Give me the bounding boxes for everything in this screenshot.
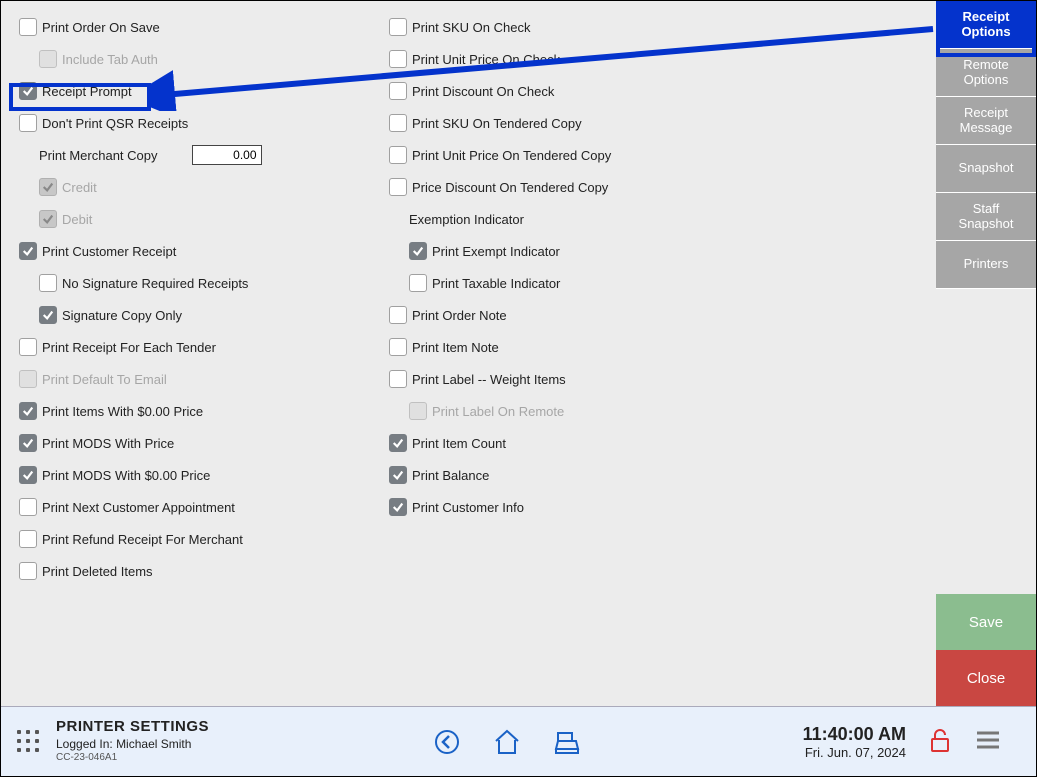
print-refund-receipt-for-merchant-checkbox[interactable] (19, 530, 37, 548)
print-items-with-0-price-checkbox[interactable] (19, 402, 37, 420)
print-item-count-checkbox[interactable] (389, 434, 407, 452)
print-merchant-copy-label: Print Merchant Copy (39, 148, 158, 163)
debit-checkbox (39, 210, 57, 228)
print-refund-receipt-for-merchant-label: Print Refund Receipt For Merchant (42, 532, 243, 547)
dont-print-qsr-receipts-label: Don't Print QSR Receipts (42, 116, 188, 131)
credit-checkbox (39, 178, 57, 196)
tab-receipt-options[interactable]: ReceiptOptions (936, 1, 1036, 49)
price-discount-on-tendered-copy-label: Price Discount On Tendered Copy (412, 180, 608, 195)
home-icon[interactable] (491, 726, 523, 758)
print-taxable-indicator-label: Print Taxable Indicator (432, 276, 560, 291)
print-unit-price-on-check-label: Print Unit Price On Check (412, 52, 560, 67)
print-discount-on-check-checkbox[interactable] (389, 82, 407, 100)
include-tab-auth-checkbox (39, 50, 57, 68)
app-root: Print Order On Save Include Tab Auth Recei… (0, 0, 1037, 777)
print-next-customer-appointment-checkbox[interactable] (19, 498, 37, 516)
print-default-to-email-label: Print Default To Email (42, 372, 167, 387)
print-label-on-remote-label: Print Label On Remote (432, 404, 564, 419)
print-order-on-save-checkbox[interactable] (19, 18, 37, 36)
tab-remote-options[interactable]: RemoteOptions (936, 49, 1036, 97)
include-tab-auth-label: Include Tab Auth (62, 52, 158, 67)
print-order-on-save-label: Print Order On Save (42, 20, 160, 35)
print-sku-on-check-checkbox[interactable] (389, 18, 407, 36)
clock: 11:40:00 AM Fri. Jun. 07, 2024 (803, 724, 906, 760)
close-button[interactable]: Close (936, 650, 1036, 706)
options-column-left: Print Order On Save Include Tab Auth Recei… (1, 11, 371, 706)
signature-copy-only-label: Signature Copy Only (62, 308, 182, 323)
print-customer-info-label: Print Customer Info (412, 500, 524, 515)
print-exempt-indicator-checkbox[interactable] (409, 242, 427, 260)
print-item-count-label: Print Item Count (412, 436, 506, 451)
print-item-note-checkbox[interactable] (389, 338, 407, 356)
print-balance-checkbox[interactable] (389, 466, 407, 484)
station-id: CC-23-046A1 (56, 752, 209, 765)
print-unit-price-on-tendered-copy-checkbox[interactable] (389, 146, 407, 164)
status-bar: PRINTER SETTINGS Logged In: Michael Smit… (1, 706, 1036, 776)
receipt-prompt-checkbox[interactable] (19, 82, 37, 100)
print-label-weight-items-label: Print Label -- Weight Items (412, 372, 566, 387)
print-taxable-indicator-checkbox[interactable] (409, 274, 427, 292)
print-customer-receipt-checkbox[interactable] (19, 242, 37, 260)
tab-receipt-message[interactable]: ReceiptMessage (936, 97, 1036, 145)
back-icon[interactable] (431, 726, 463, 758)
register-icon[interactable] (551, 726, 583, 758)
print-default-to-email-checkbox (19, 370, 37, 388)
print-mods-with-price-label: Print MODS With Price (42, 436, 174, 451)
print-deleted-items-checkbox[interactable] (19, 562, 37, 580)
print-customer-info-checkbox[interactable] (389, 498, 407, 516)
print-receipt-for-each-tender-label: Print Receipt For Each Tender (42, 340, 216, 355)
center-nav-icons (431, 726, 583, 758)
print-sku-on-check-label: Print SKU On Check (412, 20, 531, 35)
credit-label: Credit (62, 180, 97, 195)
print-sku-on-tendered-copy-checkbox[interactable] (389, 114, 407, 132)
clock-date: Fri. Jun. 07, 2024 (803, 745, 906, 760)
main-panel: Print Order On Save Include Tab Auth Recei… (1, 1, 936, 706)
exemption-indicator-heading: Exemption Indicator (409, 212, 524, 227)
save-button[interactable]: Save (936, 594, 1036, 650)
tab-printers[interactable]: Printers (936, 241, 1036, 289)
print-items-with-0-price-label: Print Items With $0.00 Price (42, 404, 203, 419)
lock-icon[interactable] (929, 727, 951, 756)
print-customer-receipt-label: Print Customer Receipt (42, 244, 176, 259)
print-unit-price-on-tendered-copy-label: Print Unit Price On Tendered Copy (412, 148, 611, 163)
debit-label: Debit (62, 212, 92, 227)
print-unit-price-on-check-checkbox[interactable] (389, 50, 407, 68)
print-deleted-items-label: Print Deleted Items (42, 564, 153, 579)
print-merchant-copy-input[interactable] (192, 145, 262, 165)
no-signature-required-receipts-label: No Signature Required Receipts (62, 276, 248, 291)
no-signature-required-receipts-checkbox[interactable] (39, 274, 57, 292)
print-mods-with-price-checkbox[interactable] (19, 434, 37, 452)
logged-in-label: Logged In: (56, 737, 113, 751)
print-label-weight-items-checkbox[interactable] (389, 370, 407, 388)
sidebar: ReceiptOptionsRemoteOptionsReceiptMessag… (936, 1, 1036, 706)
clock-time: 11:40:00 AM (803, 724, 906, 745)
print-exempt-indicator-label: Print Exempt Indicator (432, 244, 560, 259)
tab-staff-snapshot[interactable]: StaffSnapshot (936, 193, 1036, 241)
print-order-note-label: Print Order Note (412, 308, 507, 323)
print-mods-with-0-price-label: Print MODS With $0.00 Price (42, 468, 210, 483)
receipt-prompt-label: Receipt Prompt (42, 84, 132, 99)
logged-in-user: Michael Smith (116, 737, 191, 751)
options-column-right: Print SKU On Check Print Unit Price On Ch… (371, 11, 801, 706)
screen-title: PRINTER SETTINGS (56, 718, 209, 737)
print-mods-with-0-price-checkbox[interactable] (19, 466, 37, 484)
hamburger-icon[interactable] (975, 729, 1001, 754)
status-block: PRINTER SETTINGS Logged In: Michael Smit… (56, 718, 209, 764)
print-label-on-remote-checkbox (409, 402, 427, 420)
tab-snapshot[interactable]: Snapshot (936, 145, 1036, 193)
print-receipt-for-each-tender-checkbox[interactable] (19, 338, 37, 356)
print-item-note-label: Print Item Note (412, 340, 499, 355)
print-discount-on-check-label: Print Discount On Check (412, 84, 554, 99)
print-order-note-checkbox[interactable] (389, 306, 407, 324)
print-balance-label: Print Balance (412, 468, 489, 483)
signature-copy-only-checkbox[interactable] (39, 306, 57, 324)
dont-print-qsr-receipts-checkbox[interactable] (19, 114, 37, 132)
grip-icon[interactable] (1, 730, 56, 753)
print-next-customer-appointment-label: Print Next Customer Appointment (42, 500, 235, 515)
price-discount-on-tendered-copy-checkbox[interactable] (389, 178, 407, 196)
print-sku-on-tendered-copy-label: Print SKU On Tendered Copy (412, 116, 582, 131)
